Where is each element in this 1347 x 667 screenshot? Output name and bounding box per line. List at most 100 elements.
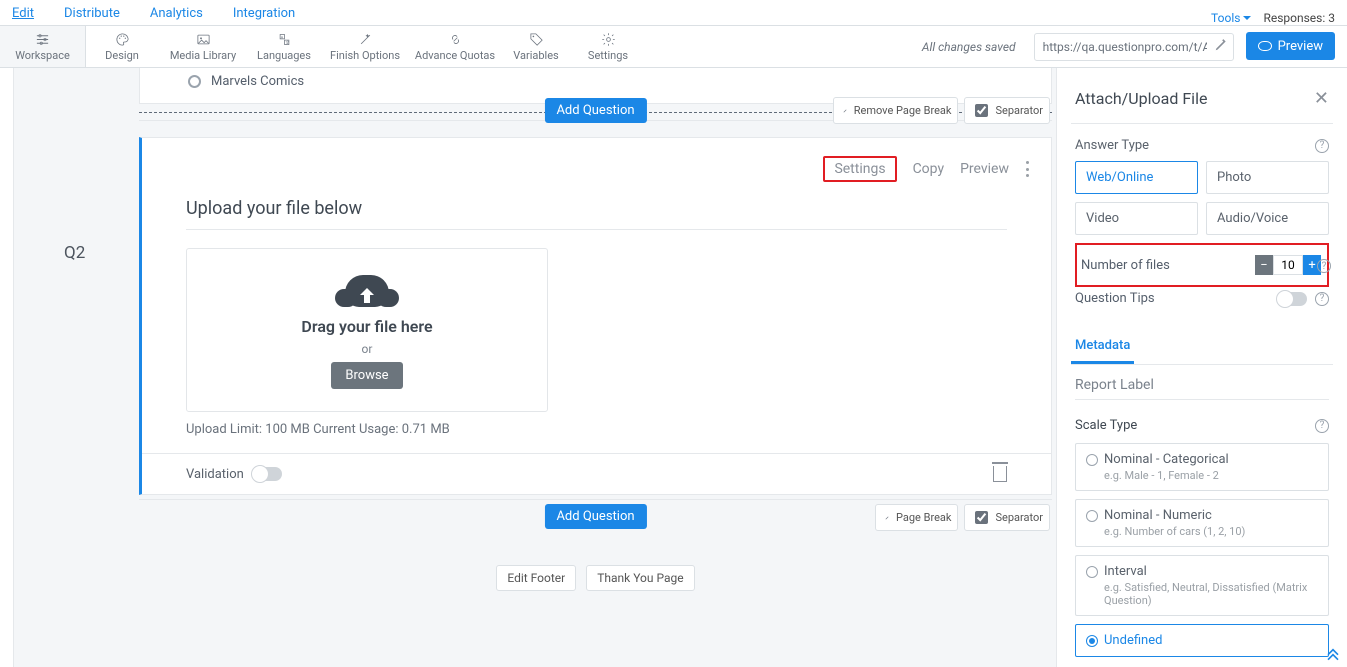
variables-button[interactable]: Variables (500, 26, 572, 67)
scale-nominal-categorical[interactable]: Nominal - Categorical e.g. Male - 1, Fem… (1075, 443, 1329, 491)
saved-indicator: All changes saved (922, 26, 1016, 67)
tag-icon (529, 32, 544, 47)
nav-integration[interactable]: Integration (233, 6, 295, 25)
number-of-files-stepper: − + (1255, 255, 1321, 275)
panel-title: Attach/Upload File (1075, 89, 1207, 108)
add-question-button-bottom[interactable]: Add Question (544, 504, 646, 529)
sliders-icon (35, 32, 50, 47)
pencil-icon[interactable] (1214, 38, 1228, 52)
radio-icon (188, 75, 201, 88)
nav-distribute[interactable]: Distribute (64, 6, 120, 25)
below-question-bar: Add Question Page Break Separator (139, 499, 1052, 531)
preview-button[interactable]: Preview (1246, 32, 1335, 60)
scroll-to-top-icon[interactable] (1323, 643, 1343, 663)
question-title[interactable]: Upload your file below (142, 190, 1051, 225)
help-icon[interactable]: ? (1315, 139, 1329, 153)
workspace-button[interactable]: Workspace (0, 26, 86, 67)
responses-number: 3 (1328, 11, 1335, 25)
nav-edit[interactable]: Edit (12, 6, 34, 25)
answer-type-options: Web/Online Photo Video Audio/Voice (1075, 161, 1329, 235)
cloud-upload-icon (345, 275, 389, 307)
remove-page-break-button[interactable]: Remove Page Break (833, 97, 959, 124)
upload-limit-text: Upload Limit: 100 MB Current Usage: 0.71… (142, 422, 1051, 453)
page-break-button[interactable]: Page Break (875, 504, 958, 531)
languages-icon: A文 (277, 32, 292, 47)
question-preview-tab[interactable]: Preview (960, 161, 1009, 177)
languages-label: Languages (257, 49, 311, 62)
file-upload-zone[interactable]: Drag your file here or Browse (186, 248, 548, 412)
scale-nominal-numeric[interactable]: Nominal - Numeric e.g. Number of cars (1… (1075, 499, 1329, 547)
add-question-button[interactable]: Add Question (544, 98, 646, 123)
delete-question-button[interactable] (993, 466, 1007, 482)
nav-right: Tools Responses: 3 (1211, 11, 1335, 25)
help-icon[interactable]: ? (1315, 419, 1329, 433)
top-nav: Edit Distribute Analytics Integration To… (0, 0, 1347, 26)
advance-quotas-label: Advance Quotas (415, 49, 495, 62)
settings-button[interactable]: Settings (572, 26, 644, 67)
answer-type-photo[interactable]: Photo (1206, 161, 1329, 194)
separator-checkbox[interactable] (975, 104, 988, 117)
page-break-divider: Add Question Remove Page Break Separator (139, 103, 1052, 121)
left-rail (0, 68, 14, 667)
survey-footer-buttons: Edit Footer Thank You Page (139, 565, 1052, 591)
edit-footer-button[interactable]: Edit Footer (496, 565, 576, 591)
answer-type-web[interactable]: Web/Online (1075, 161, 1198, 194)
metadata-tab[interactable]: Metadata (1071, 330, 1134, 364)
answer-type-audio[interactable]: Audio/Voice (1206, 202, 1329, 235)
languages-button[interactable]: A文 Languages (248, 26, 320, 67)
stepper-decrement[interactable]: − (1255, 255, 1273, 275)
answer-type-video[interactable]: Video (1075, 202, 1198, 235)
browse-button[interactable]: Browse (331, 362, 402, 389)
tools-dropdown[interactable]: Tools (1211, 11, 1251, 25)
scale-interval[interactable]: Interval e.g. Satisfied, Neutral, Dissat… (1075, 555, 1329, 616)
responses-count[interactable]: Responses: 3 (1263, 11, 1335, 25)
settings-panel: Attach/Upload File ✕ Answer Type ? Web/O… (1056, 68, 1347, 667)
previous-option-label: Marvels Comics (211, 74, 304, 89)
validation-row: Validation (186, 467, 282, 482)
question-footer: Validation (142, 453, 1051, 494)
responses-label: Responses: (1263, 11, 1325, 25)
number-of-files-input[interactable] (1273, 255, 1303, 275)
validation-label: Validation (186, 467, 244, 482)
media-library-button[interactable]: Media Library (158, 26, 248, 67)
help-icon[interactable]: ? (1315, 292, 1329, 306)
thank-you-page-button[interactable]: Thank You Page (586, 565, 694, 591)
finish-options-label: Finish Options (330, 49, 400, 62)
page-break-icon (882, 513, 892, 523)
nav-analytics[interactable]: Analytics (150, 6, 203, 25)
finish-options-button[interactable]: Finish Options (320, 26, 410, 67)
editor-toolbar: Workspace Design Media Library A文 Langua… (0, 26, 1347, 68)
workspace-label: Workspace (15, 49, 70, 62)
settings-label: Settings (588, 49, 628, 62)
scale-undefined[interactable]: Undefined (1075, 624, 1329, 657)
separator-checkbox-bottom[interactable] (975, 511, 988, 524)
design-label: Design (105, 49, 139, 62)
survey-canvas: Q2 Marvels Comics Add Question Remove Pa… (14, 68, 1056, 667)
drag-label: Drag your file here (301, 317, 432, 336)
answer-type-label: Answer Type (1075, 138, 1149, 153)
metadata-tabs: Metadata (1071, 330, 1333, 365)
previous-question-option: Marvels Comics (139, 68, 1052, 95)
link-icon (448, 32, 463, 47)
separator-toggle-bottom[interactable]: Separator (964, 504, 1050, 531)
question-tips-toggle[interactable] (1277, 292, 1307, 306)
number-of-files-label: Number of files (1081, 258, 1170, 273)
help-icon[interactable]: ? (1317, 259, 1331, 273)
close-panel-button[interactable]: ✕ (1314, 88, 1329, 109)
wand-icon (358, 32, 373, 47)
image-icon (196, 32, 211, 47)
question-settings-tab[interactable]: Settings (823, 156, 896, 182)
survey-url-input[interactable] (1034, 33, 1234, 61)
design-button[interactable]: Design (86, 26, 158, 67)
report-label-heading: Report Label (1075, 377, 1329, 400)
question-more-menu[interactable] (1025, 161, 1029, 177)
validation-toggle[interactable] (252, 467, 282, 481)
question-toolbar: Settings Copy Preview (142, 138, 1051, 190)
gear-icon (601, 32, 616, 47)
question-tips-label: Question Tips (1075, 291, 1155, 306)
question-card: Settings Copy Preview Upload your file b… (139, 137, 1052, 495)
advance-quotas-button[interactable]: Advance Quotas (410, 26, 500, 67)
separator-toggle[interactable]: Separator (964, 97, 1050, 124)
media-library-label: Media Library (170, 49, 236, 62)
question-copy-tab[interactable]: Copy (913, 161, 945, 177)
